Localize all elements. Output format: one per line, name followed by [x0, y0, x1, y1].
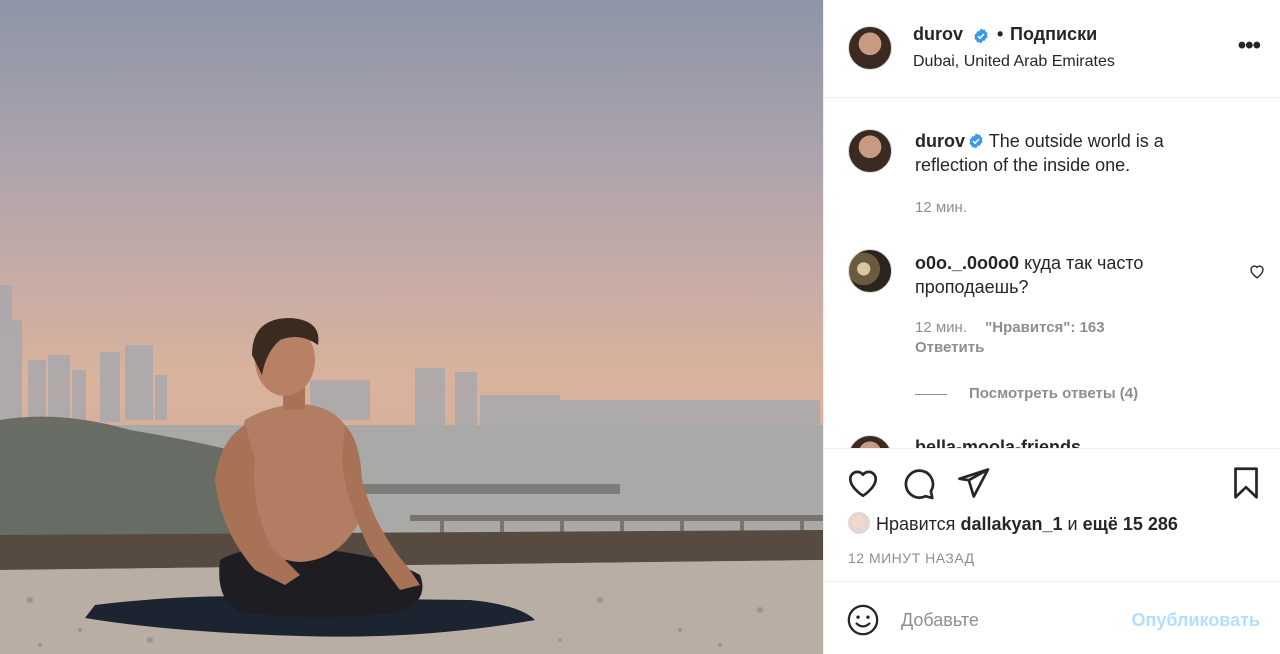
caption: durov The outside world is a reflection …: [915, 129, 1215, 177]
likes-others[interactable]: ещё 15 286: [1083, 514, 1178, 534]
author-username[interactable]: durov: [913, 24, 963, 45]
comment-likes[interactable]: "Нравится": 163: [985, 319, 1104, 336]
comment-bubble-icon[interactable]: [900, 465, 936, 501]
likes-and: и: [1067, 514, 1078, 534]
pier: [340, 484, 620, 494]
post-timestamp[interactable]: 12 МИНУТ НАЗАД: [848, 550, 975, 566]
comment-time: 12 мин.: [915, 319, 967, 336]
post-header: durov • Подписки Dubai, United Arab Emir…: [824, 0, 1280, 98]
next-commenter-avatar[interactable]: [848, 435, 892, 448]
header-separator: •: [997, 24, 1004, 44]
likes-summary: Нравится dallakyan_1 и ещё 15 286: [848, 512, 1178, 535]
verified-badge-icon: [974, 28, 988, 44]
commenter-avatar[interactable]: [848, 249, 892, 293]
liker-username[interactable]: dallakyan_1: [960, 514, 1062, 534]
post-photo[interactable]: [0, 0, 823, 654]
post-details-panel: durov • Подписки Dubai, United Arab Emir…: [823, 0, 1280, 654]
view-replies-label: Посмотреть ответы (4): [969, 385, 1139, 402]
photo-scene: [0, 285, 823, 654]
like-heart-icon[interactable]: [845, 465, 881, 501]
caption-time: 12 мин.: [915, 199, 967, 216]
share-paper-plane-icon[interactable]: [955, 465, 991, 501]
save-bookmark-icon[interactable]: [1228, 465, 1264, 501]
publish-button[interactable]: Опубликовать: [1131, 610, 1260, 631]
author-avatar[interactable]: [848, 26, 892, 70]
caption-username[interactable]: durov: [915, 131, 965, 151]
replies-divider-line: [915, 393, 947, 395]
partial-comment: bella-moola-friends: [915, 437, 1082, 449]
following-button[interactable]: Подписки: [1010, 24, 1097, 45]
comment: o0o._.0o0o0 куда так часто проподаешь?: [915, 251, 1215, 299]
emoji-smile-icon[interactable]: [846, 603, 880, 637]
railing: [410, 515, 823, 521]
reply-button[interactable]: Ответить: [915, 339, 984, 356]
caption-author-avatar[interactable]: [848, 129, 892, 173]
comments-list: durov The outside world is a reflection …: [824, 99, 1280, 449]
liker-avatar[interactable]: [848, 512, 870, 534]
comment-username[interactable]: o0o._.0o0o0: [915, 253, 1019, 273]
comment-input[interactable]: [901, 606, 1101, 634]
likes-prefix: Нравится: [876, 514, 956, 534]
post-actions: Нравится dallakyan_1 и ещё 15 286 12 МИН…: [824, 450, 1280, 580]
post-location[interactable]: Dubai, United Arab Emirates: [913, 53, 1115, 71]
comment-like-heart-icon[interactable]: [1248, 262, 1266, 280]
add-comment-bar: Опубликовать: [824, 581, 1280, 654]
view-replies-button[interactable]: Посмотреть ответы (4): [915, 385, 1138, 402]
city-skyline: [0, 285, 820, 428]
verified-badge-icon: [969, 133, 983, 149]
more-options-icon[interactable]: •••: [1238, 34, 1261, 58]
comment-meta: 12 мин. "Нравится": 163: [915, 319, 1105, 336]
